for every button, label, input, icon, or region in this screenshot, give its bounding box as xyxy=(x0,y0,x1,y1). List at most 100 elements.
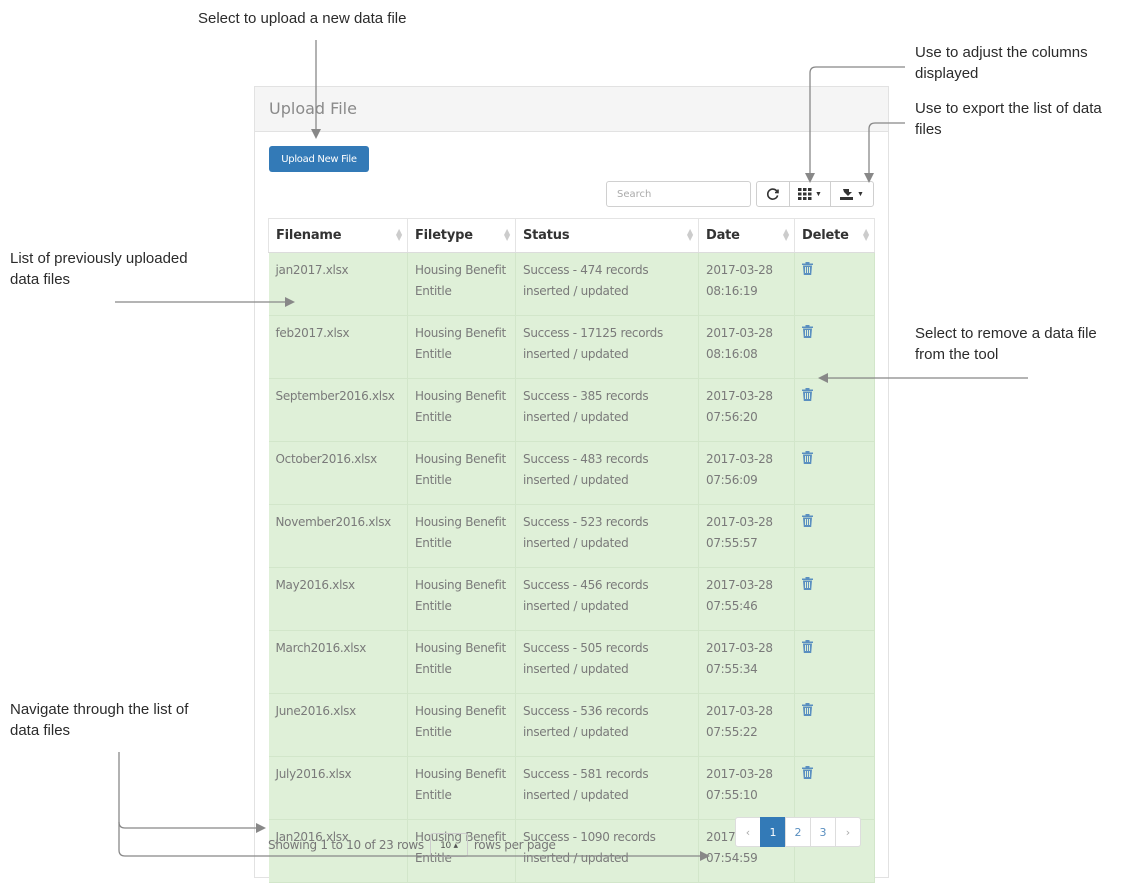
column-header-date[interactable]: Date ▲ ▼ xyxy=(698,218,795,253)
filename-cell: October2016.xlsx xyxy=(268,441,408,505)
column-header-status[interactable]: Status ▲ ▼ xyxy=(515,218,699,253)
pagination: ‹ 1 2 3 › xyxy=(735,817,861,847)
filetype-cell: Housing Benefit Entitle xyxy=(407,567,516,631)
filename-cell: July2016.xlsx xyxy=(268,756,408,820)
filetype-cell: Housing Benefit Entitle xyxy=(407,693,516,757)
page-1-button[interactable]: 1 xyxy=(760,817,786,847)
status-cell: Success - 581 records inserted / updated xyxy=(515,756,699,820)
date-cell: 2017-03-28 08:16:19 xyxy=(698,252,795,316)
showing-rows-text: Showing 1 to 10 of 23 rows xyxy=(268,838,424,852)
trash-icon[interactable] xyxy=(802,387,813,408)
filename-cell: September2016.xlsx xyxy=(268,378,408,442)
filetype-cell-text: Housing Benefit Entitle xyxy=(415,704,506,739)
date-cell-text: 2017-03-28 07:56:09 xyxy=(706,452,773,487)
upload-new-file-button[interactable]: Upload New File xyxy=(269,146,369,172)
filename-cell: May2016.xlsx xyxy=(268,567,408,631)
next-page-button[interactable]: › xyxy=(835,817,861,847)
filename-cell: March2016.xlsx xyxy=(268,630,408,694)
date-cell-text: 2017-03-28 07:56:20 xyxy=(706,389,773,424)
sort-icon: ▲ ▼ xyxy=(504,227,510,242)
table-row: November2016.xlsx Housing Benefit Entitle… xyxy=(268,504,875,568)
filename-cell-text: November2016.xlsx xyxy=(275,515,392,529)
trash-icon[interactable] xyxy=(802,261,813,282)
filetype-cell: Housing Benefit Entitle xyxy=(407,378,516,442)
upload-file-panel: Upload File Upload New File ▼ ▼ Filename… xyxy=(254,86,889,883)
trash-icon[interactable] xyxy=(802,450,813,471)
filetype-cell: Housing Benefit Entitle xyxy=(407,504,516,568)
trash-icon[interactable] xyxy=(802,702,813,723)
status-cell: Success - 523 records inserted / updated xyxy=(515,504,699,568)
page-3-button[interactable]: 3 xyxy=(810,817,836,847)
column-header-delete[interactable]: Delete ▲ ▼ xyxy=(794,218,875,253)
annotation-remove: Select to remove a data file from the to… xyxy=(915,325,1097,363)
date-cell: 2017-03-28 07:56:20 xyxy=(698,378,795,442)
delete-cell xyxy=(794,315,875,379)
trash-icon[interactable] xyxy=(802,576,813,597)
export-button[interactable]: ▼ xyxy=(830,181,874,207)
delete-cell xyxy=(794,693,875,757)
column-header-filename[interactable]: Filename ▲ ▼ xyxy=(268,218,408,253)
delete-cell xyxy=(794,378,875,442)
prev-page-button[interactable]: ‹ xyxy=(735,817,761,847)
status-cell-text: Success - 505 records inserted / updated xyxy=(523,641,649,676)
filename-cell-text: June2016.xlsx xyxy=(275,704,357,718)
annotation-columns: Use to adjust the columns displayed xyxy=(915,44,1088,82)
status-cell-text: Success - 581 records inserted / updated xyxy=(523,767,649,802)
filename-cell-text: May2016.xlsx xyxy=(275,578,356,592)
columns-button[interactable]: ▼ xyxy=(789,181,831,207)
filename-cell: June2016.xlsx xyxy=(268,693,408,757)
filename-cell-text: feb2017.xlsx xyxy=(275,326,350,340)
filename-cell-text: jan2017.xlsx xyxy=(275,263,349,277)
refresh-button[interactable] xyxy=(756,181,790,207)
annotation-list: List of previously uploaded data files xyxy=(10,250,188,288)
sort-icon: ▲ ▼ xyxy=(687,227,693,242)
filename-cell: feb2017.xlsx xyxy=(268,315,408,379)
status-cell-text: Success - 474 records inserted / updated xyxy=(523,263,649,298)
trash-icon[interactable] xyxy=(802,639,813,660)
page-2-button[interactable]: 2 xyxy=(785,817,811,847)
date-cell-text: 2017-03-28 08:16:19 xyxy=(706,263,773,298)
panel-title: Upload File xyxy=(255,87,888,132)
filetype-cell-text: Housing Benefit Entitle xyxy=(415,389,506,424)
columns-icon xyxy=(798,188,812,200)
status-cell-text: Success - 523 records inserted / updated xyxy=(523,515,649,550)
trash-icon[interactable] xyxy=(802,324,813,345)
filetype-cell-text: Housing Benefit Entitle xyxy=(415,515,506,550)
filetype-cell: Housing Benefit Entitle xyxy=(407,756,516,820)
filename-cell: November2016.xlsx xyxy=(268,504,408,568)
date-cell: 2017-03-28 07:55:57 xyxy=(698,504,795,568)
status-cell: Success - 474 records inserted / updated xyxy=(515,252,699,316)
date-cell: 2017-03-28 08:16:08 xyxy=(698,315,795,379)
column-header-filetype[interactable]: Filetype ▲ ▼ xyxy=(407,218,516,253)
table-row: May2016.xlsx Housing Benefit Entitle Succe… xyxy=(268,567,875,631)
sort-icon: ▲ ▼ xyxy=(863,227,869,242)
date-cell-text: 2017-03-28 07:55:46 xyxy=(706,578,773,613)
trash-icon[interactable] xyxy=(802,513,813,534)
status-cell-text: Success - 456 records inserted / updated xyxy=(523,578,649,613)
export-icon xyxy=(840,189,854,200)
status-cell: Success - 505 records inserted / updated xyxy=(515,630,699,694)
search-input[interactable] xyxy=(606,181,751,207)
date-cell-text: 2017-03-28 07:55:34 xyxy=(706,641,773,676)
annotation-navigate: Navigate through the list of data files xyxy=(10,701,189,739)
rows-per-page-text: rows per page xyxy=(473,838,556,852)
table-row: July2016.xlsx Housing Benefit Entitle Succ… xyxy=(268,756,875,820)
page-size-dropdown[interactable]: 10 ▴ xyxy=(429,833,468,857)
sort-icon: ▲ ▼ xyxy=(783,227,789,242)
filetype-cell: Housing Benefit Entitle xyxy=(407,630,516,694)
filetype-cell-text: Housing Benefit Entitle xyxy=(415,578,506,613)
table-row: jan2017.xlsx Housing Benefit Entitle Succe… xyxy=(268,252,875,316)
table-row: June2016.xlsx Housing Benefit Entitle Succ… xyxy=(268,693,875,757)
data-files-table: Filename ▲ ▼ Filetype ▲ ▼ Status ▲ ▼ Date ▲ ▼ De… xyxy=(268,218,875,883)
refresh-icon xyxy=(766,188,779,200)
status-cell-text: Success - 536 records inserted / updated xyxy=(523,704,649,739)
chevron-down-icon: ▼ xyxy=(815,190,822,198)
filetype-cell: Housing Benefit Entitle xyxy=(407,315,516,379)
filetype-cell-text: Housing Benefit Entitle xyxy=(415,452,506,487)
filetype-cell-text: Housing Benefit Entitle xyxy=(415,263,506,298)
filename-cell-text: October2016.xlsx xyxy=(275,452,378,466)
annotation-export: Use to export the list of data files xyxy=(915,100,1102,138)
status-cell: Success - 17125 records inserted / updat… xyxy=(515,315,699,379)
trash-icon[interactable] xyxy=(802,765,813,786)
status-cell-text: Success - 385 records inserted / updated xyxy=(523,389,649,424)
